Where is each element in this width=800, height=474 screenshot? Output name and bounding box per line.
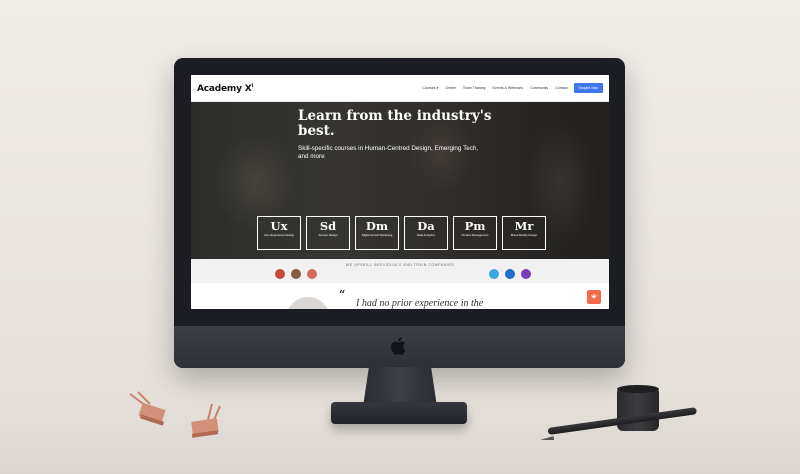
chat-icon [591,293,597,299]
course-tiles: Ux User Experience Design Sd Service Des… [257,216,549,250]
hero-subtitle: Skill-specific courses in Human-Centred … [298,145,479,160]
clients-strip: WE UPSKILL INDIVIDUALS AND TRAIN COMPANI… [191,259,609,283]
hero-title: Learn from the industry's best. [298,108,492,139]
nav-link-online[interactable]: Online [446,86,456,90]
imac-stand-neck [363,367,437,407]
nav-link-community[interactable]: Community [530,86,548,90]
pen-holder [617,389,659,431]
client-logo-icon [291,269,301,279]
client-logo-icon [489,269,499,279]
pen-holder-rim [617,385,659,393]
testimonial-section: “ I had no prior experience in the [191,283,609,309]
nav-link-team-training[interactable]: Team Training [463,86,486,90]
nav-link-contact[interactable]: Contact [555,86,567,90]
site-nav: Academy Xi Courses ▾ Online Team Trainin… [191,75,609,102]
apple-logo-icon [391,337,406,355]
testimonial-avatar [286,297,330,309]
course-tile-dm[interactable]: Dm Digital Growth Marketing [355,216,399,250]
enquire-button[interactable]: Enquire Now [573,83,603,93]
chat-button[interactable] [587,290,601,304]
client-logo-icon [521,269,531,279]
nav-link-events[interactable]: Events & Webinars [493,86,524,90]
testimonial-quote: I had no prior experience in the [356,298,484,309]
binder-clip-icon [129,391,166,426]
nav-link-courses[interactable]: Courses ▾ [422,86,438,90]
course-tile-da[interactable]: Da Data Analytics [404,216,448,250]
client-logo-icon [307,269,317,279]
course-tile-sd[interactable]: Sd Service Design [306,216,350,250]
course-tile-mr[interactable]: Mr Mixed Reality Design [502,216,546,250]
site-logo[interactable]: Academy Xi [197,83,253,94]
clients-heading: WE UPSKILL INDIVIDUALS AND TRAIN COMPANI… [345,263,455,267]
nav-links: Courses ▾ Online Team Training Events & … [422,86,567,90]
binder-clip-icon [191,403,221,438]
imac-screen: Academy Xi Courses ▾ Online Team Trainin… [191,75,609,309]
chevron-down-icon: ▾ [436,86,439,90]
client-logo-icon [505,269,515,279]
hero-section: Learn from the industry's best. Skill-sp… [191,102,609,259]
imac-stand-foot [331,402,467,424]
client-logo-icon [275,269,285,279]
quote-icon: “ [339,288,346,301]
course-tile-pm[interactable]: Pm Product Management [453,216,497,250]
course-tile-ux[interactable]: Ux User Experience Design [257,216,301,250]
